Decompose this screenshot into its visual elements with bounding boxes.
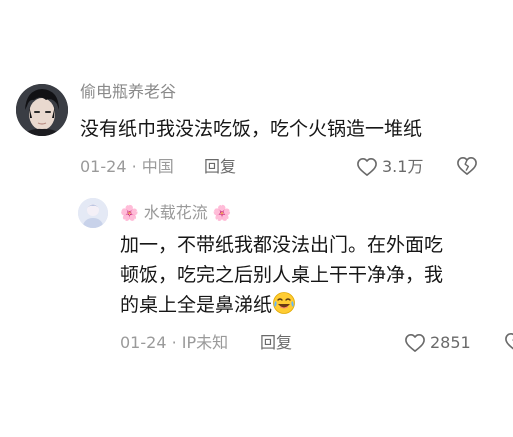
anime-man-avatar-icon <box>16 84 68 136</box>
flower-decoration-icon: 🌸 <box>120 204 139 222</box>
username-text: 水载花流 <box>143 203 208 222</box>
username[interactable]: 偷电瓶养老谷 <box>80 80 500 104</box>
dislike-button[interactable] <box>456 156 478 184</box>
comment-body: 🌸 水载花流 🌸 加一，不带纸我都没法出门。在外面吃 顿饭，吃完之后别人桌上干干… <box>120 198 513 356</box>
heart-outline-icon <box>405 334 425 352</box>
broken-heart-icon <box>457 157 477 175</box>
comment-text: 没有纸巾我没法吃饭，吃个火锅造一堆纸 <box>80 118 423 140</box>
comment-date-location: 01-24 · IP未知 <box>120 333 229 352</box>
comment-text-segment: 的桌上全是鼻涕纸 <box>120 294 273 316</box>
like-button[interactable]: 2851 <box>404 330 471 356</box>
reply-button[interactable]: 回复 <box>204 154 236 180</box>
comment-text-line: 顿饭，吃完之后别人桌上干干净净，我 <box>120 264 444 286</box>
like-count: 2851 <box>430 333 471 352</box>
flower-decoration-icon: 🌸 <box>212 204 232 222</box>
like-count: 3.1万 <box>382 157 424 176</box>
comment-text: 加一，不带纸我都没法出门。在外面吃 顿饭，吃完之后别人桌上干干净净，我 的桌上全… <box>120 230 502 320</box>
reply-button[interactable]: 回复 <box>260 330 292 356</box>
comment-text-line: 加一，不带纸我都没法出门。在外面吃 <box>120 234 444 256</box>
comment-meta: 01-24 · IP未知 回复 2851 <box>120 330 513 356</box>
like-button[interactable]: 3.1万 <box>356 154 423 180</box>
avatar[interactable] <box>16 84 68 136</box>
comment-text-line-last: 的桌上全是鼻涕纸 <box>120 290 502 320</box>
comment-body: 偷电瓶养老谷 没有纸巾我没法吃饭，吃个火锅造一堆纸 01-24 · 中国 回复 … <box>80 80 500 180</box>
comment-date-location: 01-24 · 中国 <box>80 157 174 176</box>
username[interactable]: 🌸 水载花流 🌸 <box>120 198 502 228</box>
heart-outline-icon <box>357 158 377 176</box>
comment-meta: 01-24 · 中国 回复 3.1万 <box>80 154 500 180</box>
broken-heart-icon <box>505 333 513 350</box>
dislike-button[interactable] <box>504 332 513 360</box>
laugh-cry-emoji-icon <box>273 292 295 314</box>
avatar[interactable] <box>78 198 108 228</box>
pastel-avatar-icon <box>78 198 108 228</box>
